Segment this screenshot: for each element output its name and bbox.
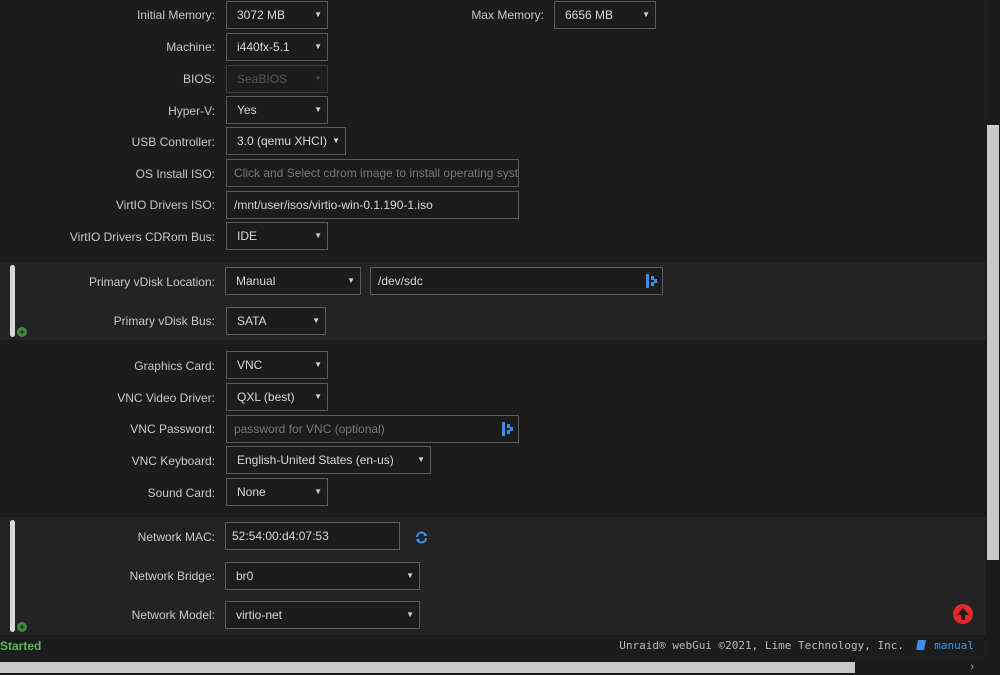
usb-controller-label: USB Controller: — [131, 135, 215, 149]
initial-memory-value: 3072 MB — [237, 8, 286, 22]
network-bridge-label: Network Bridge: — [129, 569, 215, 583]
usb-controller-value: 3.0 (qemu XHCI) — [237, 134, 328, 148]
network-bridge-value: br0 — [236, 569, 254, 583]
virtio-bus-label: VirtIO Drivers CDRom Bus: — [69, 230, 215, 244]
bios-select: SeaBIOS ▼ — [226, 65, 328, 93]
chevron-down-icon: ▼ — [314, 392, 322, 401]
network-model-value: virtio-net — [236, 608, 283, 622]
vnc-driver-value: QXL (best) — [237, 390, 295, 404]
initial-memory-select[interactable]: 3072 MB ▼ — [226, 1, 328, 29]
max-memory-select[interactable]: 6656 MB ▼ — [554, 1, 656, 29]
network-model-label: Network Model: — [131, 608, 215, 622]
vdisk-location-select[interactable]: Manual ▼ — [225, 267, 361, 295]
chevron-down-icon: ▼ — [347, 276, 355, 285]
vdisk-bus-value: SATA — [237, 314, 267, 328]
vnc-keyboard-select[interactable]: English-United States (en-us) ▼ — [226, 446, 431, 474]
vdisk-path-input[interactable]: /dev/sdc — [370, 267, 663, 295]
network-bridge-select[interactable]: br0 ▼ — [225, 562, 420, 590]
chevron-right-icon[interactable]: › — [970, 661, 974, 673]
graphics-card-select[interactable]: VNC ▼ — [226, 351, 328, 379]
sound-card-select[interactable]: None ▼ — [226, 478, 328, 506]
manual-link[interactable]: manual — [934, 639, 974, 652]
status-text: Started — [0, 639, 42, 653]
initial-memory-label: Initial Memory: — [136, 8, 215, 22]
network-mac-input[interactable]: 52:54:00:d4:07:53 — [225, 522, 400, 550]
network-model-select[interactable]: virtio-net ▼ — [225, 601, 420, 629]
horizontal-scroll-thumb[interactable] — [0, 662, 855, 673]
network-mac-label: Network MAC: — [137, 530, 215, 544]
vdisk-location-value: Manual — [236, 274, 276, 288]
os-install-iso-input[interactable]: Click and Select cdrom image to install … — [226, 159, 519, 187]
chevron-down-icon: ▼ — [406, 610, 414, 619]
chevron-down-icon: ▼ — [314, 10, 322, 19]
hyperv-select[interactable]: Yes ▼ — [226, 96, 328, 124]
vnc-password-label: VNC Password: — [130, 422, 215, 436]
vnc-driver-select[interactable]: QXL (best) ▼ — [226, 383, 328, 411]
arrow-up-icon — [957, 608, 969, 620]
scroll-top-button[interactable] — [953, 604, 973, 624]
max-memory-value: 6656 MB — [565, 8, 614, 22]
chevron-down-icon: ▼ — [314, 105, 322, 114]
book-icon — [915, 640, 926, 650]
machine-value: i440fx-5.1 — [237, 40, 290, 54]
vnc-keyboard-label: VNC Keyboard: — [131, 454, 215, 468]
bios-label: BIOS: — [182, 72, 215, 86]
refresh-icon[interactable] — [415, 531, 428, 544]
footer-credits: Unraid® webGui ©2021, Lime Technology, I… — [619, 639, 974, 652]
key-icon[interactable] — [502, 422, 514, 436]
hyperv-value: Yes — [237, 103, 257, 117]
vertical-scrollbar[interactable] — [986, 0, 1000, 660]
usb-controller-select[interactable]: 3.0 (qemu XHCI) ▼ — [226, 127, 346, 155]
virtio-iso-input[interactable]: /mnt/user/isos/virtio-win-0.1.190-1.iso — [226, 191, 519, 219]
key-icon[interactable] — [646, 274, 658, 288]
vnc-password-placeholder: password for VNC (optional) — [234, 422, 385, 436]
chevron-down-icon: ▼ — [332, 136, 340, 145]
chevron-down-icon: ▼ — [314, 74, 322, 83]
graphics-card-value: VNC — [237, 358, 263, 372]
vdisk-bus-label: Primary vDisk Bus: — [113, 314, 215, 328]
vdisk-path-value: /dev/sdc — [378, 274, 423, 288]
hyperv-label: Hyper-V: — [168, 104, 215, 118]
sound-card-value: None — [237, 485, 266, 499]
vdisk-location-label: Primary vDisk Location: — [88, 275, 215, 289]
bios-value: SeaBIOS — [237, 72, 288, 86]
graphics-card-label: Graphics Card: — [134, 359, 215, 373]
copyright-text: Unraid® webGui ©2021, Lime Technology, I… — [619, 639, 904, 652]
chevron-down-icon: ▼ — [417, 455, 425, 464]
vnc-keyboard-value: English-United States (en-us) — [237, 453, 394, 467]
vnc-driver-label: VNC Video Driver: — [117, 391, 215, 405]
sound-card-label: Sound Card: — [147, 486, 215, 500]
machine-label: Machine: — [166, 40, 215, 54]
virtio-bus-value: IDE — [237, 229, 258, 243]
chevron-down-icon: ▼ — [314, 487, 322, 496]
add-network-icon[interactable]: + — [17, 622, 27, 632]
chevron-down-icon: ▼ — [406, 571, 414, 580]
chevron-down-icon: ▼ — [642, 10, 650, 19]
max-memory-label: Max Memory: — [471, 8, 544, 22]
vnc-password-input[interactable]: password for VNC (optional) — [226, 415, 519, 443]
vertical-scroll-thumb[interactable] — [987, 125, 999, 560]
vdisk-bus-select[interactable]: SATA ▼ — [226, 307, 326, 335]
chevron-down-icon: ▼ — [314, 42, 322, 51]
virtio-iso-label: VirtIO Drivers ISO: — [115, 198, 215, 212]
os-install-iso-label: OS Install ISO: — [135, 167, 215, 181]
machine-select[interactable]: i440fx-5.1 ▼ — [226, 33, 328, 61]
chevron-down-icon: ▼ — [312, 316, 320, 325]
virtio-bus-select[interactable]: IDE ▼ — [226, 222, 328, 250]
horizontal-scrollbar[interactable]: › — [0, 660, 1000, 675]
chevron-down-icon: ▼ — [314, 360, 322, 369]
chevron-down-icon: ▼ — [314, 231, 322, 240]
add-vdisk-icon[interactable]: + — [17, 327, 27, 337]
